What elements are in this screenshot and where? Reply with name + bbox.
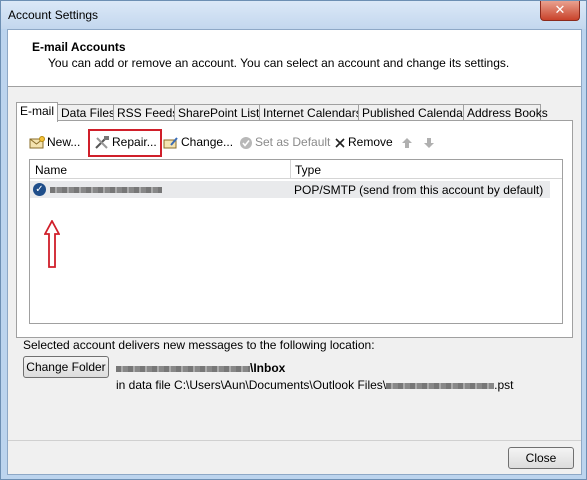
tab-sharepoint-lists[interactable]: SharePoint Lists bbox=[174, 104, 265, 121]
email-tab-panel: New... Repair... Change... Set as Defaul… bbox=[16, 120, 573, 338]
window-close-button[interactable]: ✕ bbox=[540, 1, 580, 21]
move-down-button[interactable] bbox=[423, 133, 437, 151]
footer-divider bbox=[8, 440, 581, 441]
check-circle-icon bbox=[240, 136, 252, 149]
change-folder-button[interactable]: Change Folder bbox=[23, 356, 109, 378]
change-icon bbox=[163, 137, 178, 149]
list-header: Name Type bbox=[30, 160, 562, 179]
annotation-arrow-up-icon bbox=[44, 220, 60, 268]
datafile-suffix: .pst bbox=[494, 378, 514, 392]
datafile-name-redacted bbox=[386, 382, 495, 389]
default-account-check-icon: ✓ bbox=[33, 183, 46, 196]
change-label: Change... bbox=[181, 135, 234, 149]
column-divider[interactable] bbox=[290, 160, 291, 178]
accounts-list[interactable]: Name Type ✓ POP/SMTP (send from this acc… bbox=[29, 159, 563, 324]
new-label: New... bbox=[47, 135, 81, 149]
datafile-prefix: in data file C:\Users\Aun\Documents\Outl… bbox=[116, 378, 387, 392]
move-up-button[interactable] bbox=[401, 133, 415, 151]
x-icon bbox=[335, 138, 345, 148]
tab-data-files[interactable]: Data Files bbox=[57, 104, 115, 121]
arrow-up-icon bbox=[402, 137, 412, 148]
remove-button[interactable]: Remove bbox=[334, 133, 393, 151]
close-button[interactable]: Close bbox=[508, 447, 574, 469]
tab-address-books[interactable]: Address Books bbox=[463, 104, 548, 121]
arrow-down-icon bbox=[424, 137, 434, 148]
set-as-default-button[interactable]: Set as Default bbox=[239, 133, 330, 151]
account-settings-window: Account Settings ✕ E-mail Accounts You c… bbox=[0, 0, 587, 480]
account-name-redacted bbox=[50, 187, 162, 193]
section-subtitle: You can add or remove an account. You ca… bbox=[48, 56, 510, 70]
folder-name-redacted bbox=[116, 365, 250, 372]
title-bar: Account Settings ✕ bbox=[1, 1, 586, 29]
delivery-data-file: in data file C:\Users\Aun\Documents\Outl… bbox=[116, 378, 513, 392]
tools-icon bbox=[95, 135, 109, 149]
window-title: Account Settings bbox=[8, 8, 99, 22]
delivery-description: Selected account delivers new messages t… bbox=[23, 338, 375, 352]
account-type: POP/SMTP (send from this account by defa… bbox=[294, 183, 544, 197]
remove-label: Remove bbox=[348, 135, 393, 149]
repair-button[interactable]: Repair... bbox=[94, 133, 157, 151]
column-header-name[interactable]: Name bbox=[35, 163, 67, 177]
delivery-folder: \Inbox bbox=[116, 361, 285, 375]
envelope-icon bbox=[29, 135, 45, 149]
section-title: E-mail Accounts bbox=[32, 40, 126, 54]
tab-published-calendars[interactable]: Published Calendars bbox=[358, 104, 473, 121]
set-as-default-label: Set as Default bbox=[255, 135, 331, 149]
folder-suffix: \Inbox bbox=[250, 361, 286, 375]
dialog-client: E-mail Accounts You can add or remove an… bbox=[7, 29, 582, 475]
column-header-type[interactable]: Type bbox=[295, 163, 321, 177]
new-button[interactable]: New... bbox=[29, 133, 80, 151]
repair-label: Repair... bbox=[112, 135, 157, 149]
tab-internet-calendars[interactable]: Internet Calendars bbox=[259, 104, 362, 121]
tab-rss-feeds[interactable]: RSS Feeds bbox=[113, 104, 178, 121]
dialog-header: E-mail Accounts You can add or remove an… bbox=[8, 30, 581, 87]
tab-email[interactable]: E-mail bbox=[16, 102, 58, 122]
table-row[interactable]: ✓ POP/SMTP (send from this account by de… bbox=[30, 181, 550, 198]
change-button[interactable]: Change... bbox=[163, 133, 233, 151]
